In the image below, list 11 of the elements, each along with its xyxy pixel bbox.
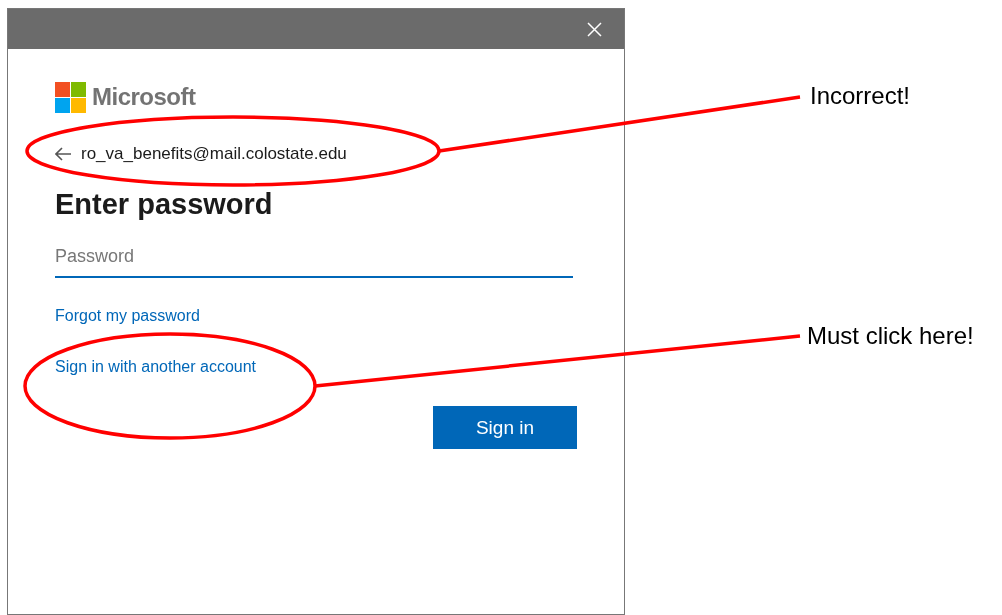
page-heading: Enter password [55, 186, 274, 222]
text-link[interactable]: Sign in with another account [55, 355, 256, 380]
account-email: ro_va_benefits@mail.colostate.edu [81, 143, 347, 165]
close-icon[interactable] [587, 21, 602, 37]
logo-text: Microsoft [92, 82, 196, 112]
text-link[interactable]: Forgot my password [55, 304, 200, 329]
annotation-text: Must click here! [807, 321, 974, 351]
back-arrow-icon[interactable] [55, 146, 72, 161]
sign-in-button[interactable]: Sign in [433, 406, 577, 450]
logo-icon [55, 81, 86, 113]
annotation-text: Incorrect! [810, 81, 911, 111]
